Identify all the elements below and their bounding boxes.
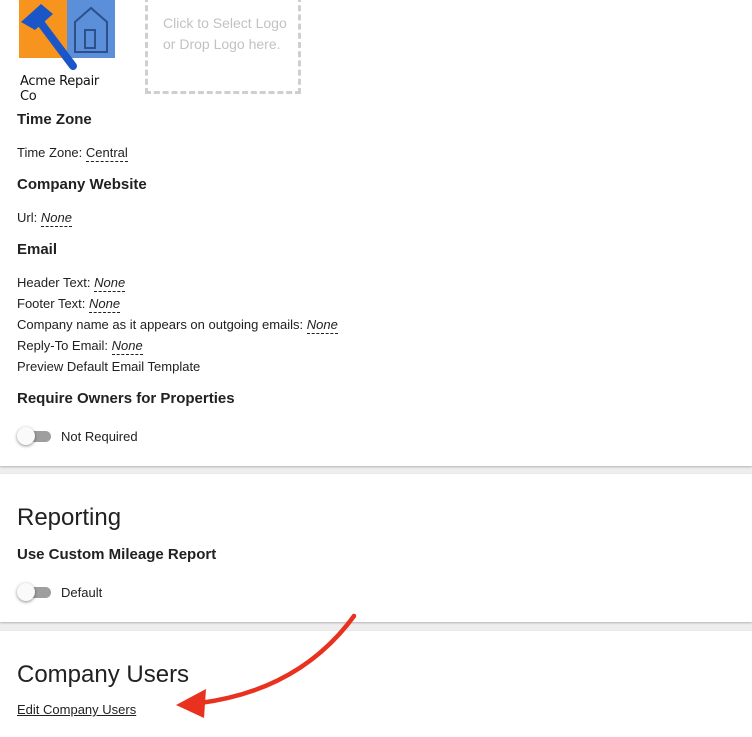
- company-name-label: Company name as it appears on outgoing e…: [17, 317, 304, 332]
- company-website-heading: Company Website: [17, 176, 147, 193]
- time-zone-row: Time Zone: Central: [17, 145, 128, 162]
- reply-to-row: Reply-To Email: None: [17, 338, 143, 355]
- time-zone-heading: Time Zone: [17, 111, 92, 128]
- company-logo[interactable]: Acme Repair Co: [17, 0, 117, 104]
- time-zone-label: Time Zone:: [17, 145, 83, 160]
- url-value[interactable]: None: [40, 210, 72, 227]
- custom-mileage-toggle-label: Default: [61, 585, 103, 600]
- dropzone-line-2: or Drop Logo here.: [163, 36, 281, 52]
- logo-company-name: Acme Repair Co: [20, 74, 99, 104]
- company-settings-card: Acme Repair Co Click to Select Logo or D…: [0, 0, 752, 466]
- email-footer-row: Footer Text: None: [17, 296, 121, 313]
- time-zone-value[interactable]: Central: [85, 145, 128, 162]
- edit-company-users-link[interactable]: Edit Company Users: [17, 702, 136, 717]
- toggle-thumb: [17, 427, 35, 445]
- custom-mileage-toggle[interactable]: [17, 582, 53, 602]
- require-owners-heading: Require Owners for Properties: [17, 390, 235, 407]
- reply-to-label: Reply-To Email:: [17, 338, 109, 353]
- email-heading: Email: [17, 241, 58, 258]
- toggle-thumb: [17, 583, 35, 601]
- company-users-title: Company Users: [17, 661, 190, 688]
- preview-email-template-link[interactable]: Preview Default Email Template: [17, 359, 200, 374]
- require-owners-toggle[interactable]: [17, 426, 53, 446]
- url-label: Url:: [17, 210, 38, 225]
- company-users-card: Company Users Edit Company Users: [0, 631, 752, 737]
- email-company-name-row: Company name as it appears on outgoing e…: [17, 317, 338, 334]
- logo-dropzone[interactable]: Click to Select Logo or Drop Logo here.: [145, 0, 301, 94]
- reply-to-value[interactable]: None: [111, 338, 143, 355]
- header-text-value[interactable]: None: [94, 275, 126, 292]
- dropzone-line-1: Click to Select Logo: [163, 15, 287, 31]
- reporting-card: Reporting Use Custom Mileage Report Defa…: [0, 474, 752, 622]
- footer-text-value[interactable]: None: [89, 296, 121, 313]
- footer-text-label: Footer Text:: [17, 296, 86, 311]
- custom-mileage-heading: Use Custom Mileage Report: [17, 546, 217, 563]
- header-text-label: Header Text:: [17, 275, 91, 290]
- reporting-title: Reporting: [17, 504, 122, 531]
- company-name-value[interactable]: None: [306, 317, 338, 334]
- email-header-row: Header Text: None: [17, 275, 126, 292]
- require-owners-toggle-label: Not Required: [61, 429, 138, 444]
- website-url-row: Url: None: [17, 210, 72, 227]
